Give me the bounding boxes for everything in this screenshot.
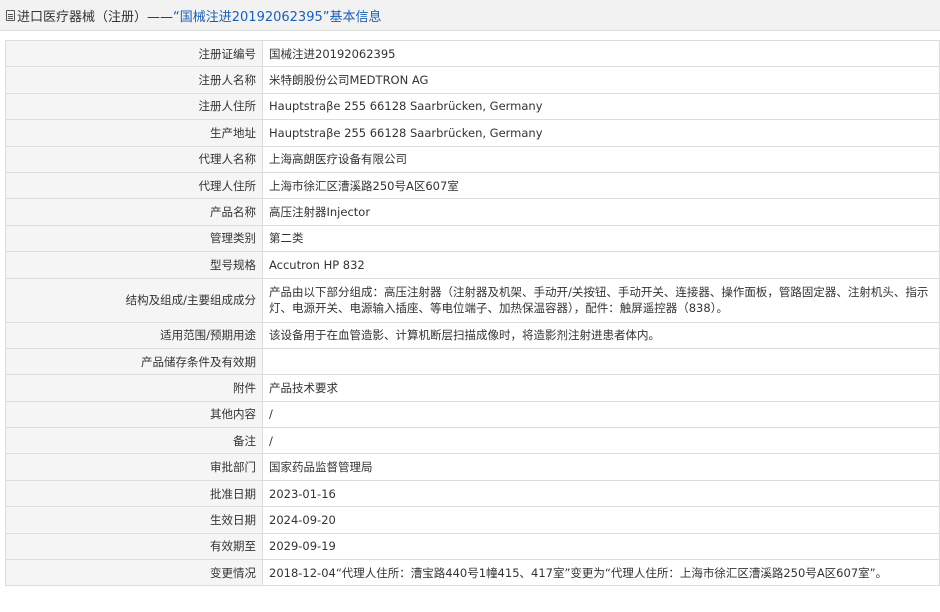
info-table-container: 注册证编号 国械注进20192062395 注册人名称 米特朗股份公司MEDTRON…: [5, 39, 940, 587]
table-row: 变更情况 2018-12-04“代理人住所：漕宝路440号1幢415、417室”变…: [5, 559, 940, 587]
row-label: 备注: [5, 427, 263, 455]
row-label: 变更情况: [5, 559, 263, 587]
info-table: 注册证编号 国械注进20192062395 注册人名称 米特朗股份公司MEDTRON…: [5, 39, 940, 587]
row-value: Hauptstraβe 255 66128 Saarbrücken, Germa…: [262, 119, 940, 147]
table-row: 型号规格 Accutron HP 832: [5, 251, 940, 279]
row-value: 2018-12-04“代理人住所：漕宝路440号1幢415、417室”变更为“代…: [262, 559, 940, 587]
row-value: 国家药品监督管理局: [262, 453, 940, 481]
row-value: 上海市徐汇区漕溪路250号A区607室: [262, 171, 940, 200]
row-value: /: [262, 427, 940, 455]
table-row: 注册人名称 米特朗股份公司MEDTRON AG: [5, 66, 940, 94]
row-value: 该设备用于在血管造影、计算机断层扫描成像时，将造影剂注射进患者体内。: [262, 321, 940, 349]
row-label: 审批部门: [5, 453, 263, 481]
table-row: 备注 /: [5, 427, 940, 455]
row-value: 产品由以下部分组成：高压注射器（注射器及机架、手动开/关按钮、手动开关、连接器、…: [262, 277, 940, 323]
row-label: 有效期至: [5, 532, 263, 561]
row-value: Hauptstraβe 255 66128 Saarbrücken, Germa…: [262, 92, 940, 121]
row-label: 其他内容: [5, 400, 263, 429]
row-value: /: [262, 400, 940, 429]
row-label: 注册证编号: [5, 39, 263, 68]
table-row: 代理人名称 上海高朗医疗设备有限公司: [5, 145, 940, 173]
table-row: 批准日期 2023-01-16: [5, 479, 940, 508]
row-label: 生产地址: [5, 119, 263, 147]
row-label: 适用范围/预期用途: [5, 321, 263, 349]
table-row: 产品储存条件及有效期: [5, 347, 940, 376]
table-row: 产品名称 高压注射器Injector: [5, 198, 940, 226]
row-value: 2023-01-16: [262, 479, 940, 508]
row-label: 注册人名称: [5, 66, 263, 94]
page-header: 进口医疗器械（注册）—— “国械注进20192062395”基本信息: [0, 0, 940, 31]
row-label: 管理类别: [5, 224, 263, 253]
row-label: 型号规格: [5, 251, 263, 279]
row-value: 高压注射器Injector: [262, 198, 940, 226]
table-row: 审批部门 国家药品监督管理局: [5, 453, 940, 481]
row-value: 上海高朗医疗设备有限公司: [262, 145, 940, 173]
row-label: 产品储存条件及有效期: [5, 347, 263, 376]
table-row: 注册证编号 国械注进20192062395: [5, 39, 940, 68]
row-value: 2029-09-19: [262, 532, 940, 561]
header-title: “国械注进20192062395”基本信息: [173, 9, 382, 25]
table-row: 生产地址 Hauptstraβe 255 66128 Saarbrücken, G…: [5, 119, 940, 147]
table-row: 代理人住所 上海市徐汇区漕溪路250号A区607室: [5, 171, 940, 200]
table-row: 结构及组成/主要组成成分 产品由以下部分组成：高压注射器（注射器及机架、手动开/关…: [5, 277, 940, 323]
row-value: 2024-09-20: [262, 506, 940, 534]
row-label: 产品名称: [5, 198, 263, 226]
row-label: 生效日期: [5, 506, 263, 534]
table-row: 管理类别 第二类: [5, 224, 940, 253]
row-value: 第二类: [262, 224, 940, 253]
row-label: 结构及组成/主要组成成分: [5, 277, 263, 323]
row-label: 代理人名称: [5, 145, 263, 173]
row-value: 国械注进20192062395: [262, 39, 940, 68]
row-value: Accutron HP 832: [262, 251, 940, 279]
row-value: 产品技术要求: [262, 374, 940, 402]
table-row: 适用范围/预期用途 该设备用于在血管造影、计算机断层扫描成像时，将造影剂注射进患者…: [5, 321, 940, 349]
row-label: 代理人住所: [5, 171, 263, 200]
header-prefix: 进口医疗器械（注册）——: [17, 9, 174, 25]
table-row: 生效日期 2024-09-20: [5, 506, 940, 534]
document-icon: [6, 9, 15, 21]
table-row: 有效期至 2029-09-19: [5, 532, 940, 561]
row-label: 批准日期: [5, 479, 263, 508]
table-row: 附件 产品技术要求: [5, 374, 940, 402]
row-value: [262, 347, 940, 376]
table-row: 其他内容 /: [5, 400, 940, 429]
row-value: 米特朗股份公司MEDTRON AG: [262, 66, 940, 94]
table-row: 注册人住所 Hauptstraβe 255 66128 Saarbrücken, …: [5, 92, 940, 121]
row-label: 注册人住所: [5, 92, 263, 121]
row-label: 附件: [5, 374, 263, 402]
